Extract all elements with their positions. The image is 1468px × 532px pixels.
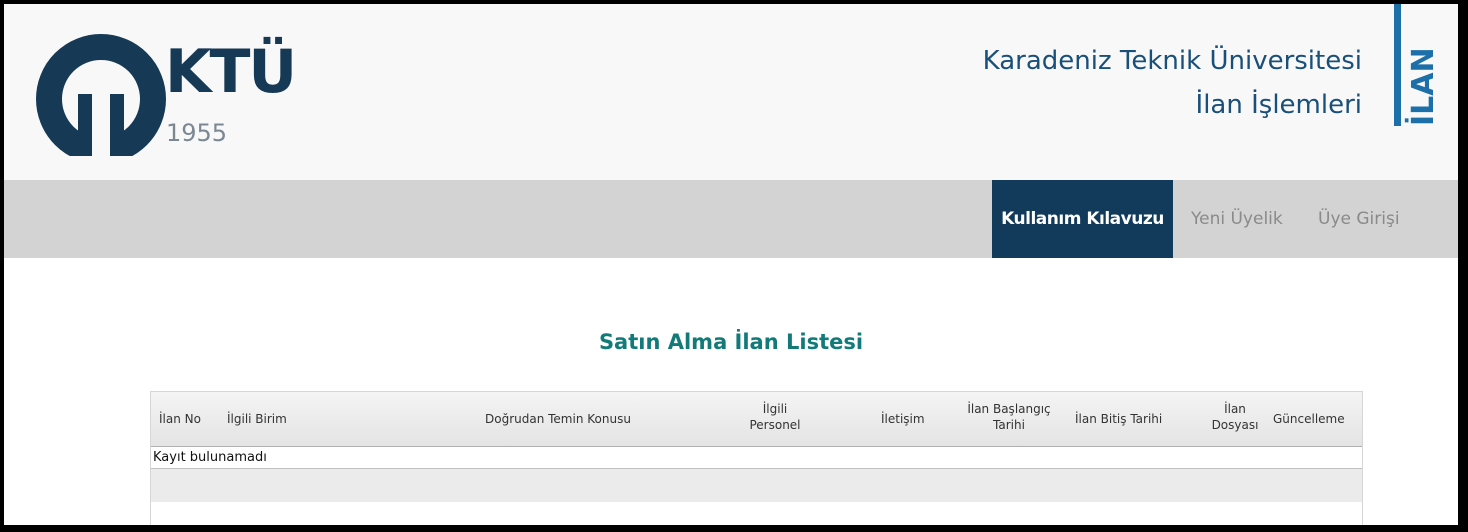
nav-kullanim-kilavuzu[interactable]: Kullanım Kılavuzu bbox=[992, 180, 1173, 258]
column-header-ilgili-birim[interactable]: İlgili Birim bbox=[227, 411, 287, 427]
university-name: Karadeniz Teknik Üniversitesi bbox=[982, 46, 1362, 76]
column-header-temin-konusu[interactable]: Doğrudan Temin Konusu bbox=[485, 411, 631, 427]
logo-text: KTÜ bbox=[165, 37, 297, 107]
site-subtitle: İlan İşlemleri bbox=[1195, 90, 1362, 120]
ktu-logo-icon[interactable] bbox=[36, 34, 166, 170]
column-header-guncelleme[interactable]: Güncelleme bbox=[1273, 411, 1345, 427]
column-header-bitis-tarihi[interactable]: İlan Bitiş Tarihi bbox=[1075, 411, 1162, 427]
browser-page: KTÜ 1955 Karadeniz Teknik Üniversitesi İ… bbox=[4, 4, 1458, 525]
nav-yeni-uyelik[interactable]: Yeni Üyelik bbox=[1191, 180, 1283, 258]
page-title: Satın Alma İlan Listesi bbox=[598, 330, 864, 354]
column-header-ilan-no[interactable]: İlan No bbox=[159, 411, 201, 427]
column-header-baslangic-tarihi[interactable]: İlan Başlangıç Tarihi bbox=[961, 401, 1057, 433]
column-header-ilan-dosyasi[interactable]: İlan Dosyası bbox=[1210, 401, 1260, 433]
header-divider bbox=[1394, 4, 1401, 126]
nav-uye-girisi[interactable]: Üye Girişi bbox=[1318, 180, 1400, 258]
column-header-ilgili-personel[interactable]: İlgili Personel bbox=[743, 401, 807, 433]
ilan-vertical-label: İLAN bbox=[1406, 47, 1441, 126]
site-header: KTÜ 1955 Karadeniz Teknik Üniversitesi İ… bbox=[4, 4, 1458, 180]
main-nav: Kullanım Kılavuzu Yeni Üyelik Üye Girişi bbox=[4, 180, 1458, 258]
column-header-iletisim[interactable]: İletişim bbox=[881, 411, 925, 427]
table-row bbox=[151, 469, 1362, 502]
table-header: İlan No İlgili Birim Doğrudan Temin Konu… bbox=[151, 392, 1362, 447]
empty-message: Kayıt bulunamadı bbox=[153, 450, 267, 465]
logo-year: 1955 bbox=[166, 119, 228, 147]
ilan-table: İlan No İlgili Birim Doğrudan Temin Konu… bbox=[150, 391, 1363, 525]
